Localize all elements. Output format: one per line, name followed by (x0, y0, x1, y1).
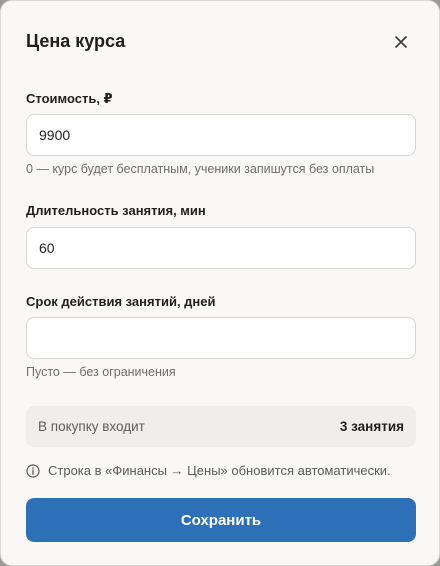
validity-input[interactable] (26, 317, 416, 359)
price-hint: 0 — курс будет бесплатным, ученики запиш… (26, 162, 375, 176)
price-input[interactable] (26, 114, 416, 156)
close-icon (395, 36, 407, 48)
validity-hint: Пусто — без ограничения (26, 365, 176, 379)
price-label: Стоимость, ₽ (26, 91, 113, 106)
close-button[interactable] (390, 31, 412, 53)
course-price-dialog: Цена курса Стоимость, ₽ 0 — курс будет б… (0, 0, 440, 566)
info-icon (26, 463, 40, 478)
duration-label: Длительность занятия, мин (26, 203, 206, 218)
duration-input[interactable] (26, 227, 416, 269)
summary-value: 3 занятия (339, 419, 404, 434)
validity-label: Срок действия занятий, дней (26, 294, 216, 309)
purchase-summary: В покупку входит 3 занятия (26, 406, 416, 447)
save-button[interactable]: Сохранить (26, 498, 416, 542)
dialog-title: Цена курса (26, 31, 126, 51)
summary-label: В покупку входит (38, 419, 145, 434)
info-text: Строка в «Финансы → Цены» обновится авто… (48, 463, 391, 478)
info-note: Строка в «Финансы → Цены» обновится авто… (26, 463, 391, 478)
